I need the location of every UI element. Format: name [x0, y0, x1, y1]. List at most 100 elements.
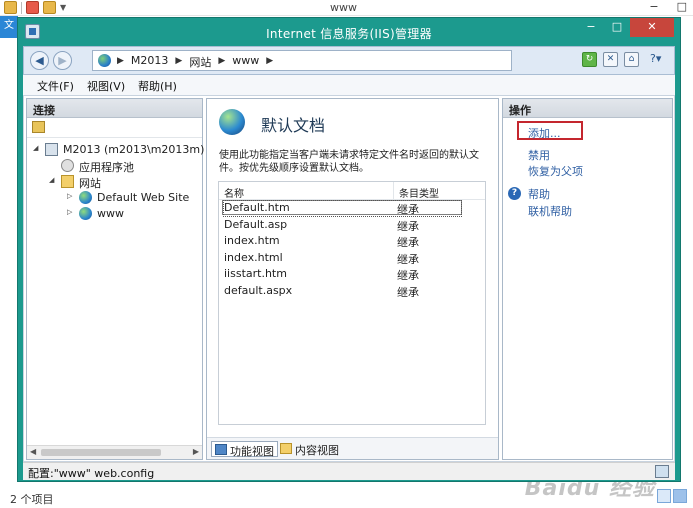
tree-node-sites[interactable]: ◢ 网站	[27, 174, 202, 190]
create-connection-icon[interactable]	[32, 121, 45, 133]
tree-node-app-pools[interactable]: 应用程序池	[27, 158, 202, 174]
new-folder-icon[interactable]	[43, 1, 56, 14]
list-item[interactable]: Default.htm 继承	[219, 200, 485, 217]
list-header: 名称 条目类型	[219, 182, 485, 200]
details-view-icon[interactable]	[657, 489, 671, 503]
column-divider[interactable]	[393, 182, 394, 200]
chevron-down-icon[interactable]: ▼	[60, 3, 66, 12]
breadcrumb: ▶ M2013 ▶ 网站 ▶ www ▶	[117, 54, 273, 70]
breadcrumb-sites[interactable]: 网站	[189, 54, 211, 70]
quick-access-toolbar: ▼	[4, 1, 66, 14]
back-button[interactable]: ◀	[30, 51, 49, 70]
address-bar[interactable]: ▶ M2013 ▶ 网站 ▶ www ▶	[92, 50, 512, 71]
tab-content-view[interactable]: 内容视图	[277, 441, 342, 457]
list-item[interactable]: default.aspx 继承	[219, 283, 485, 300]
default-documents-list: 名称 条目类型 Default.htm 继承 Default.asp 继承 in…	[218, 181, 486, 425]
menu-help[interactable]: 帮助(H)	[138, 78, 177, 94]
view-buttons	[657, 489, 687, 503]
list-item[interactable]: index.htm 继承	[219, 233, 485, 250]
iis-statusbar: 配置:"www" web.config	[23, 462, 675, 480]
document-name: default.aspx	[224, 283, 293, 297]
entry-type: 继承	[397, 285, 419, 299]
tree-node-default-web-site[interactable]: ▷ Default Web Site	[27, 190, 202, 206]
config-status: 配置:"www" web.config	[28, 467, 155, 480]
collapse-icon[interactable]: ◢	[33, 144, 38, 152]
nav-tools: ↻ ✕ ⌂	[582, 52, 639, 67]
tree-label: www	[97, 207, 124, 220]
large-icons-view-icon[interactable]	[673, 489, 687, 503]
expand-icon[interactable]: ▷	[67, 192, 72, 200]
page-title: 默认文档	[261, 116, 326, 135]
main-content: 连接 ◢ M2013 (m2013\m2013m) 应用程序池 ◢ 网站 ▷ D…	[23, 95, 675, 462]
explorer-titlebar: ▼ www − □	[0, 0, 693, 16]
refresh-icon[interactable]: ↻	[582, 52, 597, 67]
explorer-file-tab[interactable]: 文	[0, 16, 18, 38]
explorer-maximize-button[interactable]: □	[677, 0, 687, 13]
tree-label: 网站	[79, 177, 101, 190]
content-view-icon	[280, 443, 292, 454]
features-view-icon	[215, 444, 227, 455]
connections-toolbar	[27, 118, 202, 138]
maximize-button[interactable]: □	[604, 18, 630, 37]
list-item[interactable]: iisstart.htm 继承	[219, 266, 485, 283]
help-action-link[interactable]: 帮助	[528, 186, 550, 202]
chevron-right-icon: ▶	[266, 56, 274, 66]
document-name: index.htm	[224, 234, 280, 247]
online-help-link[interactable]: 联机帮助	[528, 203, 572, 219]
column-name-header[interactable]: 名称	[224, 185, 244, 200]
actions-panel: 操作 添加... 禁用 恢复为父项 ? 帮助 联机帮助	[502, 98, 673, 460]
tree-label: 应用程序池	[79, 161, 134, 174]
navigation-bar: ◀ ▶ ▶ M2013 ▶ 网站 ▶ www ▶ ↻ ✕ ⌂ ?▾	[23, 46, 675, 75]
tab-label: 功能视图	[230, 445, 274, 458]
help-dropdown-icon[interactable]: ?▾	[650, 52, 661, 65]
horizontal-scrollbar[interactable]: ◀ ▶	[27, 445, 202, 459]
revert-to-parent-link[interactable]: 恢复为父项	[528, 163, 583, 179]
home-icon[interactable]: ⌂	[624, 52, 639, 67]
forward-button[interactable]: ▶	[53, 51, 72, 70]
edit-icon[interactable]	[26, 1, 39, 14]
feature-description: 使用此功能指定当客户端未请求特定文件名时返回的默认文件。按优先级顺序设置默认文档…	[219, 150, 479, 174]
entry-type: 继承	[397, 203, 419, 216]
expand-icon[interactable]: ▷	[67, 208, 72, 216]
entry-type: 继承	[397, 269, 419, 282]
scroll-right-icon[interactable]: ▶	[193, 447, 199, 456]
breadcrumb-server[interactable]: M2013	[131, 54, 169, 70]
breadcrumb-www[interactable]: www	[232, 54, 259, 70]
explorer-minimize-button[interactable]: −	[649, 0, 658, 13]
tree-label: Default Web Site	[97, 191, 190, 204]
view-tabs: 功能视图 内容视图	[207, 437, 498, 459]
collapse-icon[interactable]: ◢	[49, 176, 54, 184]
app-pool-icon	[61, 159, 74, 172]
tab-features-view[interactable]: 功能视图	[211, 441, 278, 458]
column-type-header[interactable]: 条目类型	[399, 185, 439, 200]
globe-icon	[79, 191, 92, 204]
list-item[interactable]: Default.asp 继承	[219, 217, 485, 234]
help-icon: ?	[508, 187, 521, 200]
chevron-right-icon: ▶	[218, 56, 226, 66]
feature-panel: 默认文档 使用此功能指定当客户端未请求特定文件名时返回的默认文件。按优先级顺序设…	[206, 98, 499, 460]
entry-type: 继承	[397, 252, 419, 266]
scrollbar-thumb[interactable]	[41, 449, 161, 456]
add-action-link[interactable]: 添加...	[528, 125, 561, 141]
properties-icon[interactable]	[4, 1, 17, 14]
tree-label: M2013 (m2013\m2013m)	[63, 143, 205, 156]
close-button[interactable]: ✕	[630, 18, 674, 37]
scroll-left-icon[interactable]: ◀	[30, 447, 36, 456]
document-name: Default.htm	[223, 200, 462, 217]
window-controls: − □ ✕	[578, 18, 674, 37]
tree-node-server[interactable]: ◢ M2013 (m2013\m2013m)	[27, 142, 205, 158]
minimize-button[interactable]: −	[578, 18, 604, 37]
menu-file[interactable]: 文件(F)	[37, 78, 74, 94]
document-name: iisstart.htm	[224, 267, 287, 280]
menu-view[interactable]: 视图(V)	[87, 78, 125, 94]
entry-type: 继承	[397, 219, 419, 233]
disable-action-link[interactable]: 禁用	[528, 147, 550, 163]
document-name: index.html	[224, 250, 283, 264]
explorer-file-tab-label: 文	[4, 20, 14, 31]
network-icon	[655, 465, 669, 478]
globe-icon	[98, 54, 111, 67]
stop-icon[interactable]: ✕	[603, 52, 618, 67]
iis-titlebar: Internet 信息服务(IIS)管理器 − □ ✕	[18, 18, 680, 46]
list-item[interactable]: index.html 继承	[219, 250, 485, 267]
tree-node-www[interactable]: ▷ www	[27, 206, 202, 222]
